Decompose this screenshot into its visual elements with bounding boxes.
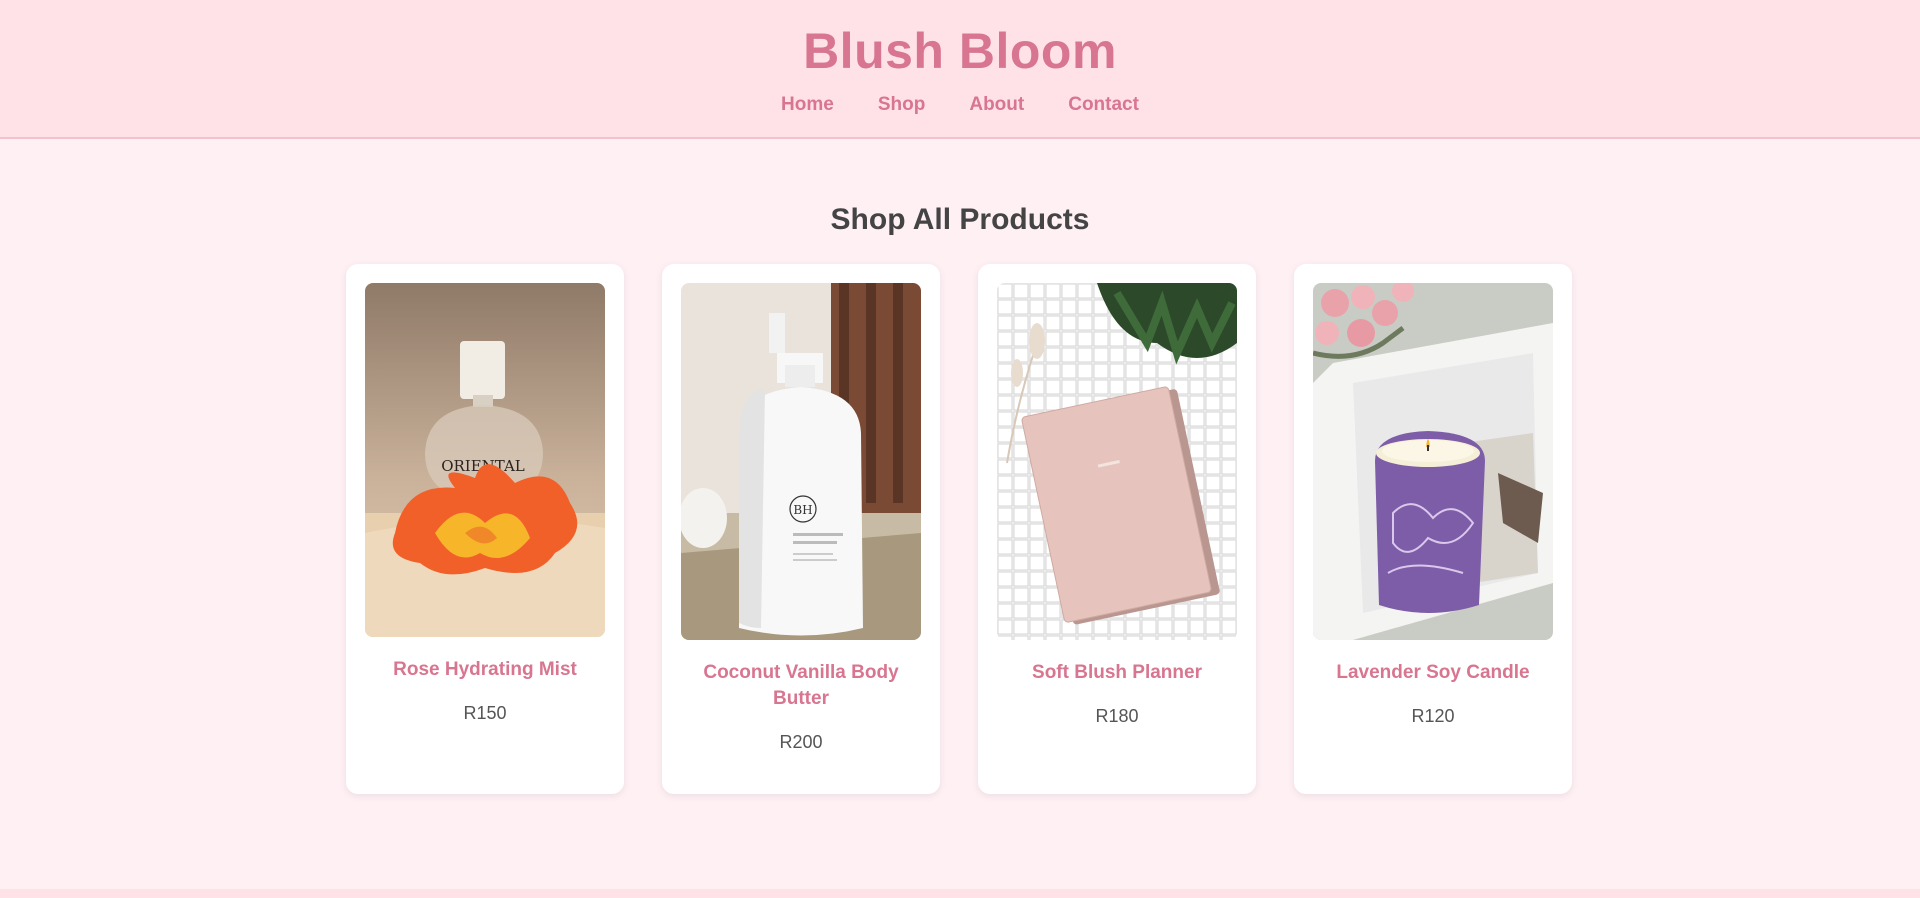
nav-contact[interactable]: Contact bbox=[1068, 94, 1139, 116]
product-name[interactable]: Rose Hydrating Mist bbox=[365, 657, 605, 683]
bottle-label-text: BH bbox=[793, 503, 812, 517]
page-title: Shop All Products bbox=[830, 203, 1090, 236]
product-price: R200 bbox=[779, 732, 823, 752]
product-image-candle[interactable] bbox=[1313, 283, 1553, 640]
main-nav: Home Shop About Contact bbox=[0, 94, 1920, 116]
product-grid: ORIENTAL Rose Hydrating Mist R150 bbox=[346, 264, 1572, 794]
site-header: Blush Bloom Home Shop About Contact bbox=[0, 0, 1920, 139]
product-price: R150 bbox=[463, 703, 507, 723]
footer bbox=[0, 889, 1920, 898]
nav-shop[interactable]: Shop bbox=[878, 94, 926, 116]
product-image-body-butter[interactable]: BH bbox=[681, 283, 921, 640]
product-price: R120 bbox=[1411, 706, 1455, 726]
brand-logo[interactable]: Blush Bloom bbox=[0, 22, 1920, 80]
product-image-planner[interactable] bbox=[997, 283, 1237, 640]
product-card[interactable]: Lavender Soy Candle R120 bbox=[1294, 264, 1572, 794]
product-card[interactable]: ORIENTAL Rose Hydrating Mist R150 bbox=[346, 264, 624, 794]
product-image-perfume[interactable]: ORIENTAL bbox=[365, 283, 605, 637]
product-card[interactable]: Soft Blush Planner R180 bbox=[978, 264, 1256, 794]
product-name[interactable]: Coconut Vanilla Body Butter bbox=[681, 660, 921, 712]
product-price: R180 bbox=[1095, 706, 1139, 726]
nav-about[interactable]: About bbox=[969, 94, 1024, 116]
product-name[interactable]: Soft Blush Planner bbox=[997, 660, 1237, 686]
nav-home[interactable]: Home bbox=[781, 94, 834, 116]
product-card[interactable]: BH Coconut Vanilla Body Butter R200 bbox=[662, 264, 940, 794]
product-name[interactable]: Lavender Soy Candle bbox=[1313, 660, 1553, 686]
